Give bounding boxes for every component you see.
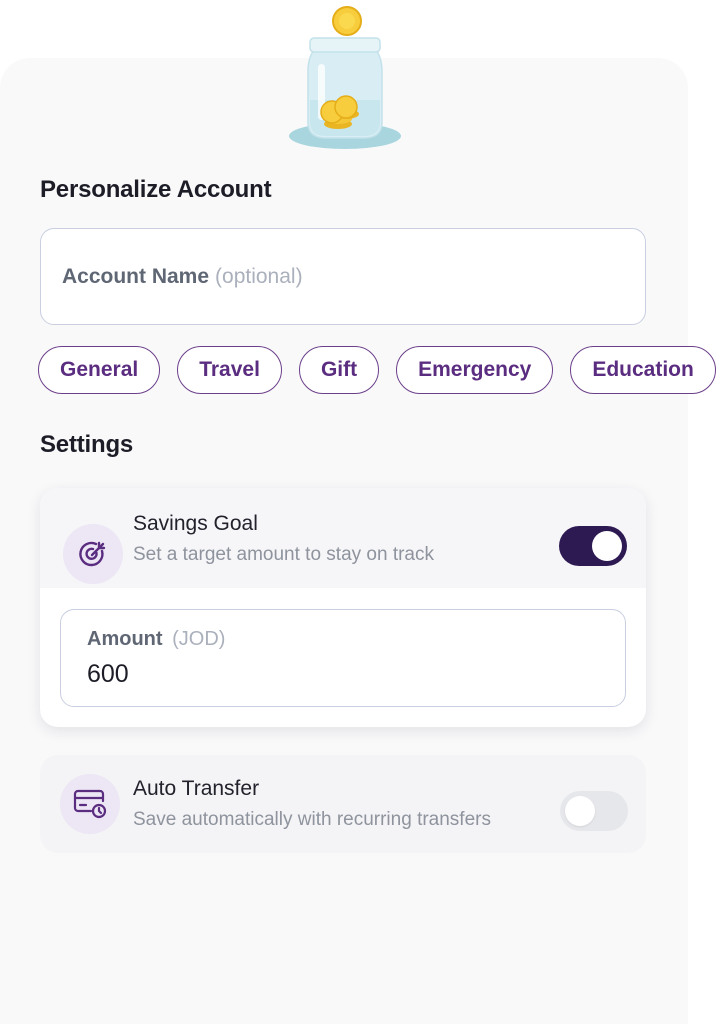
toggle-knob: [592, 531, 622, 561]
chip-emergency[interactable]: Emergency: [396, 346, 554, 394]
auto-transfer-toggle[interactable]: [560, 791, 628, 831]
savings-goal-toggle[interactable]: [559, 526, 627, 566]
personalize-heading: Personalize Account: [40, 176, 272, 203]
chip-education[interactable]: Education: [570, 346, 716, 394]
savings-goal-card: Savings Goal Set a target amount to stay…: [40, 488, 646, 727]
settings-heading: Settings: [40, 431, 134, 458]
optional-hint: (optional): [215, 264, 303, 288]
target-icon: [63, 524, 123, 584]
category-chips: General Travel Gift Emergency Education: [38, 346, 716, 394]
toggle-knob: [565, 796, 595, 826]
create-savings-account-screen: Personalize Account Account Name (option…: [0, 0, 721, 1024]
savings-goal-title: Savings Goal: [133, 512, 258, 535]
auto-transfer-subtitle: Save automatically with recurring transf…: [133, 809, 491, 830]
account-name-field[interactable]: Account Name (optional): [40, 228, 646, 325]
auto-transfer-card: Auto Transfer Save automatically with re…: [40, 755, 646, 853]
amount-label: Amount (JOD): [87, 628, 225, 651]
scheduled-card-icon: [60, 774, 120, 834]
savings-goal-header: [40, 488, 646, 588]
account-name-label: Account Name: [62, 264, 210, 288]
savings-jar-illustration: [280, 0, 410, 160]
chip-travel[interactable]: Travel: [177, 346, 282, 394]
savings-goal-subtitle: Set a target amount to stay on track: [133, 544, 434, 565]
amount-unit: (JOD): [172, 628, 226, 650]
amount-label-text: Amount: [87, 628, 163, 650]
chip-general[interactable]: General: [38, 346, 161, 394]
amount-field[interactable]: Amount (JOD) 600: [60, 609, 626, 707]
auto-transfer-title: Auto Transfer: [133, 777, 260, 800]
amount-value: 600: [87, 660, 129, 688]
chip-gift[interactable]: Gift: [298, 346, 380, 394]
